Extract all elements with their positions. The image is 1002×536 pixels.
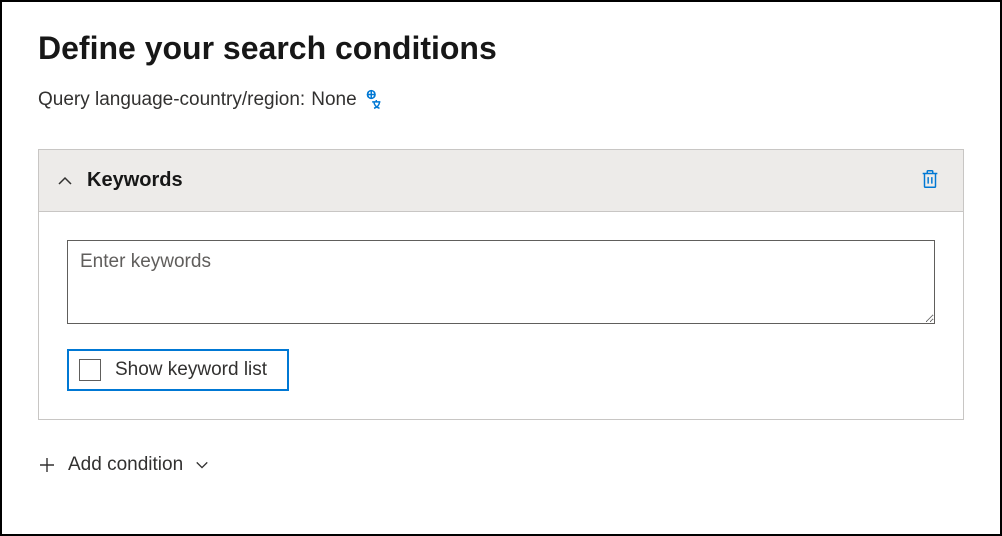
keywords-panel-body: Show keyword list [39,212,963,419]
query-language-label: Query language-country/region: [38,89,305,111]
show-keyword-list-label: Show keyword list [115,359,267,381]
plus-icon [38,456,56,474]
show-keyword-list-option[interactable]: Show keyword list [67,349,289,391]
trash-icon [919,168,941,193]
query-language-row: Query language-country/region: None [38,89,964,111]
keywords-input[interactable] [67,240,935,324]
add-condition-label: Add condition [68,454,183,476]
query-language-value: None [311,89,356,111]
keywords-panel-header[interactable]: Keywords [39,150,963,212]
page-title: Define your search conditions [38,30,964,67]
add-condition-button[interactable]: Add condition [38,450,209,480]
language-translate-icon[interactable] [363,89,385,111]
keywords-panel: Keywords Show keyword list [38,149,964,420]
show-keyword-list-checkbox[interactable] [79,359,101,381]
chevron-up-icon [57,173,73,189]
delete-keywords-button[interactable] [915,164,945,197]
keywords-panel-title: Keywords [87,169,183,192]
chevron-down-icon [195,458,209,472]
